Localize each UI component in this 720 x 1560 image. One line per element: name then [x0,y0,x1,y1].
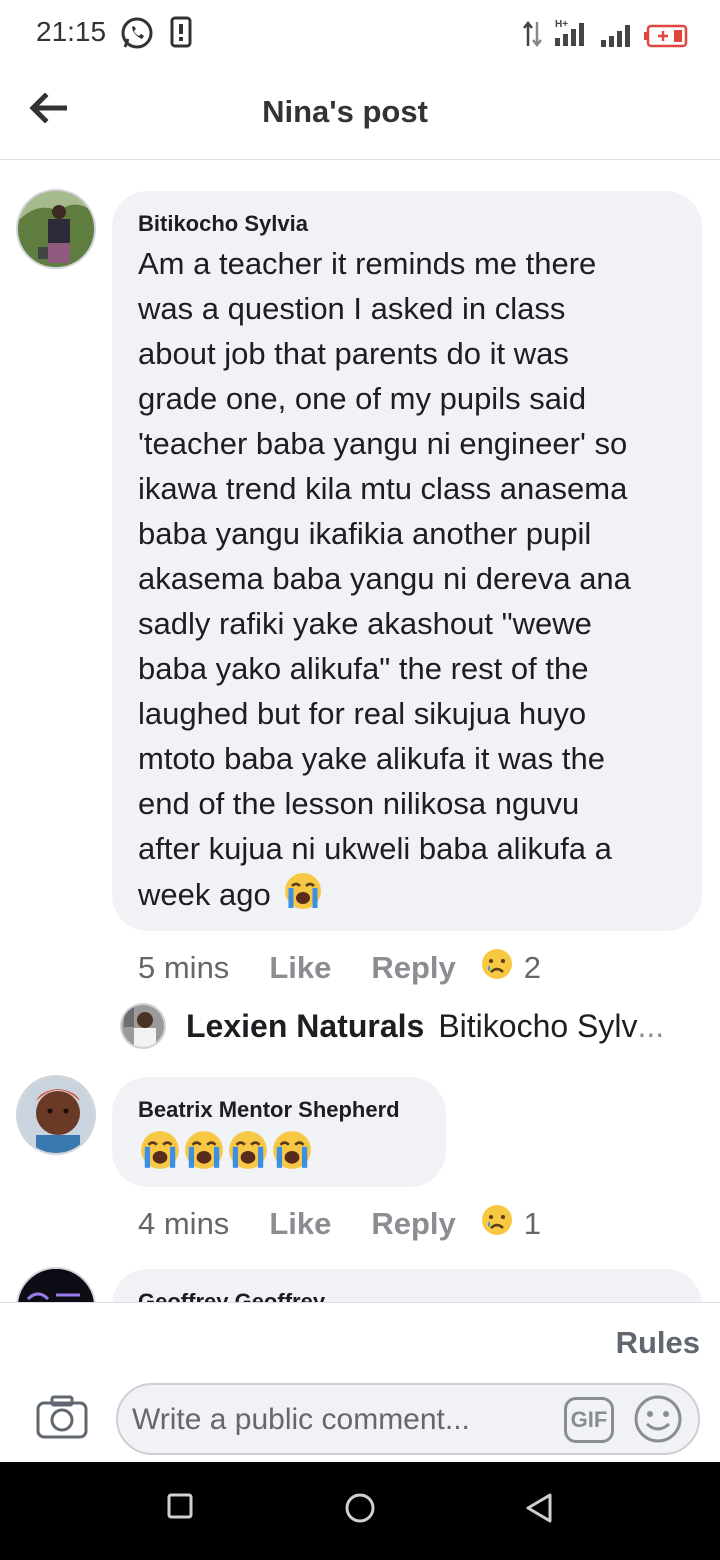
loudly-crying-emoji-icon [283,871,323,916]
emoji-button[interactable] [632,1393,684,1450]
battery-charging-icon [644,24,690,53]
reply-button[interactable]: Reply [371,950,455,986]
comments-feed[interactable]: Bitikocho Sylvia Am a teacher it reminds… [0,161,720,1302]
sad-face-icon [480,947,514,989]
camera-icon [36,1395,88,1443]
back-nav-button[interactable] [524,1492,554,1529]
data-arrows-icon [522,20,544,53]
like-button[interactable]: Like [269,950,331,986]
comment-time[interactable]: 5 mins [138,950,229,986]
comment-body: Am a teacher it reminds me there was a q… [138,241,698,917]
comment-body [138,1129,314,1176]
reaction-summary[interactable]: 2 [480,947,541,989]
comment-author[interactable]: Geoffrey Geoffrey [138,1289,325,1302]
avatar[interactable] [16,1075,96,1155]
comment-time[interactable]: 4 mins [138,1206,229,1242]
sad-face-icon [480,1203,514,1245]
loudly-crying-emoji-icon [182,1129,226,1176]
home-button[interactable] [344,1492,376,1529]
avatar [120,1003,166,1049]
header: Nina's post [0,66,720,160]
loudly-crying-emoji-icon [226,1129,270,1176]
phone-storage-icon [170,16,192,53]
comment-author[interactable]: Beatrix Mentor Shepherd [138,1097,400,1123]
comment-input[interactable] [132,1395,552,1445]
comment-text: Am a teacher it reminds me there was a q… [138,246,631,912]
comment-composer: Rules GIF [0,1302,720,1462]
signal-icon [600,22,634,53]
rules-link[interactable]: Rules [616,1325,700,1361]
reply-snippet: Bitikocho Sylv [438,1007,638,1044]
avatar[interactable] [16,1267,96,1302]
comment-bubble[interactable]: Bitikocho Sylvia Am a teacher it reminds… [112,191,702,931]
comment-bubble[interactable]: Beatrix Mentor Shepherd [112,1077,446,1187]
square-icon [166,1493,194,1524]
smiley-icon [632,1395,684,1449]
comment-bubble[interactable]: Geoffrey Geoffrey [112,1269,702,1302]
comment-input-box[interactable]: GIF [116,1383,700,1455]
recents-button[interactable] [166,1492,194,1525]
reply-ellipsis: ... [637,1007,665,1044]
like-button[interactable]: Like [269,1206,331,1242]
reaction-count: 2 [523,950,542,985]
reaction-count: 1 [523,1206,542,1241]
camera-button[interactable] [36,1395,88,1444]
reply-preview[interactable]: Lexien Naturals Bitikocho Sylv... [120,1003,664,1049]
reply-button[interactable]: Reply [371,1206,455,1242]
avatar[interactable] [16,189,96,269]
svg-text:H+: H+ [555,19,568,30]
gif-button[interactable]: GIF [564,1397,614,1443]
circle-icon [344,1493,376,1528]
system-nav-bar [0,1462,720,1560]
triangle-back-icon [524,1493,554,1528]
status-bar: 21:15 H+ [0,0,720,66]
loudly-crying-emoji-icon [138,1129,182,1176]
loudly-crying-emoji-icon [270,1129,314,1176]
status-time: 21:15 [36,16,107,47]
comment-actions: 5 mins Like Reply 2 [138,947,541,989]
reaction-summary[interactable]: 1 [480,1203,541,1245]
comment-author[interactable]: Bitikocho Sylvia [138,211,308,237]
page-title: Nina's post [262,94,428,129]
status-right-icons: H+ [522,18,690,53]
signal-h-plus-icon: H+ [554,18,590,53]
reply-author[interactable]: Lexien Naturals [186,1008,424,1045]
whatsapp-icon [120,16,154,55]
comment-actions: 4 mins Like Reply 1 [138,1203,541,1245]
